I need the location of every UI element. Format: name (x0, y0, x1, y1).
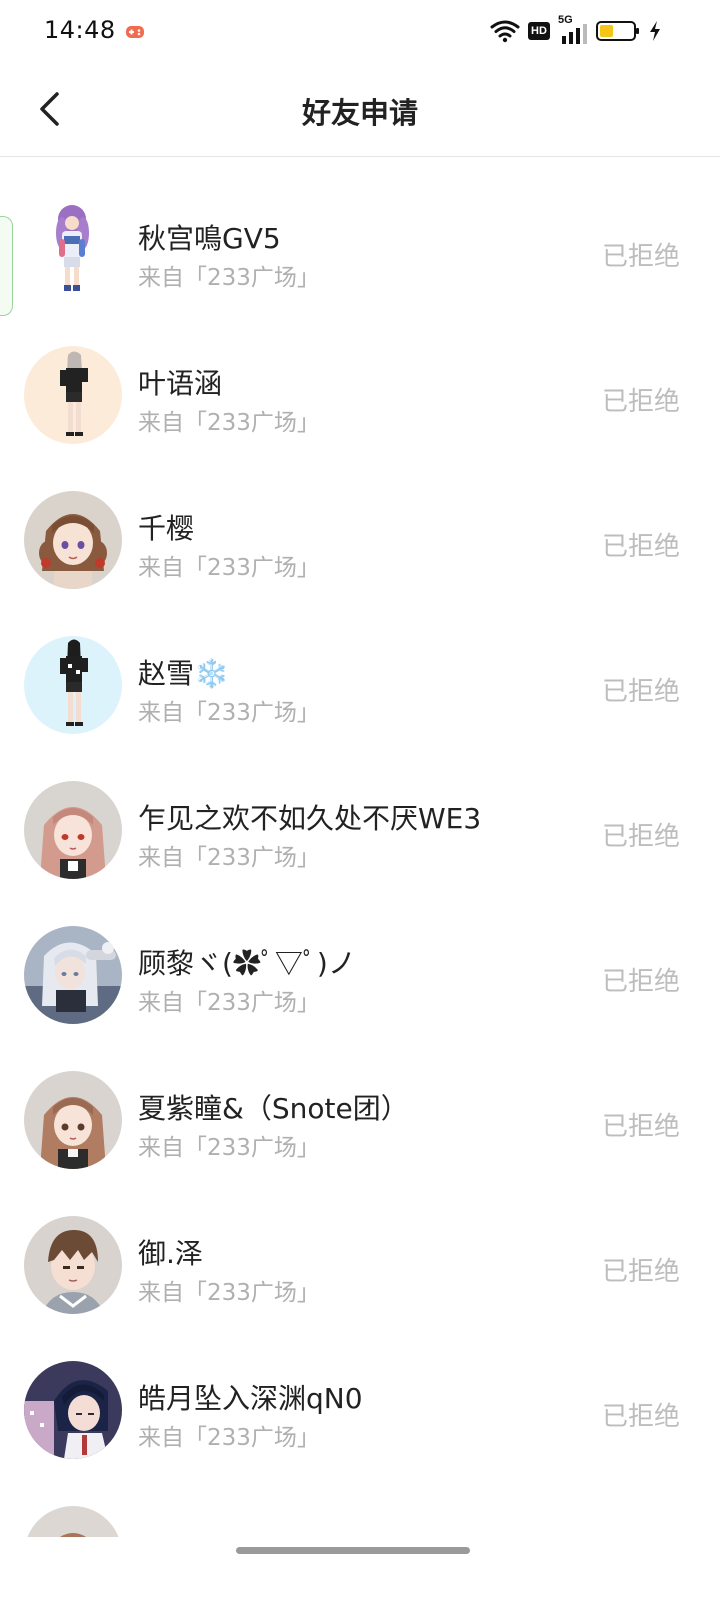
list-item[interactable]: 叶语涵 来自「233广场」 已拒绝 (0, 302, 720, 447)
avatar[interactable] (24, 1361, 122, 1459)
header: 好友申请 (0, 64, 720, 157)
home-indicator[interactable] (236, 1547, 470, 1554)
request-source: 来自「233广场」 (138, 1280, 320, 1306)
request-source: 来自「233广场」 (138, 265, 320, 291)
status-label: 已拒绝 (601, 967, 680, 997)
wifi-icon (490, 20, 520, 43)
game-controller-icon (126, 26, 144, 38)
avatar[interactable] (24, 926, 122, 1024)
charging-bolt-icon (650, 21, 660, 41)
snowflake-emoji: ❄️ (194, 657, 229, 690)
status-label: 已拒绝 (601, 532, 680, 562)
request-source: 来自「233广场」 (138, 1135, 320, 1161)
list-item[interactable]: 乍见之欢不如久处不厌WE3 来自「233广场」 已拒绝 (0, 737, 720, 882)
status-label: 已拒绝 (601, 1402, 680, 1432)
user-name: 千樱 (138, 512, 195, 545)
status-label: 已拒绝 (601, 822, 680, 852)
user-name: 秋宫鳴GV5 (138, 222, 281, 255)
avatar[interactable] (24, 781, 122, 879)
status-label: 已拒绝 (601, 1257, 680, 1287)
request-source: 来自「233广场」 (138, 555, 320, 581)
cellular-signal: 5G (558, 14, 588, 44)
user-name: 顾黎ヾ(✿ﾟ▽ﾟ)ノ (138, 947, 356, 980)
user-name: 叶语涵 (138, 367, 223, 400)
request-source: 来自「233广场」 (138, 700, 320, 726)
status-label: 已拒绝 (601, 677, 680, 707)
list-item[interactable]: 赵雪❄️ 来自「233广场」 已拒绝 (0, 592, 720, 737)
status-label: 已拒绝 (601, 1112, 680, 1142)
status-bar: 14:48 HD 5G (0, 0, 720, 64)
request-source: 来自「233广场」 (138, 845, 320, 871)
avatar[interactable] (24, 636, 122, 734)
avatar[interactable] (24, 1216, 122, 1314)
request-source: 来自「233广场」 (138, 410, 320, 436)
avatar[interactable] (24, 491, 122, 589)
status-label: 已拒绝 (601, 387, 680, 417)
hd-badge: HD (528, 22, 550, 40)
signal-bars-icon (562, 24, 587, 44)
avatar[interactable] (24, 201, 122, 299)
list-item[interactable]: 顾黎ヾ(✿ﾟ▽ﾟ)ノ 来自「233广场」 已拒绝 (0, 882, 720, 1027)
user-name: 御.泽 (138, 1237, 203, 1270)
request-source: 来自「233广场」 (138, 990, 320, 1016)
user-name: 皓月坠入深渊qN0 (138, 1382, 363, 1415)
user-name: 赵雪❄️ (138, 657, 229, 690)
list-item[interactable] (0, 1462, 720, 1537)
battery-icon (596, 21, 639, 41)
avatar[interactable] (24, 346, 122, 444)
page-title: 好友申请 (301, 96, 418, 130)
status-label: 已拒绝 (601, 242, 680, 272)
status-time: 14:48 (44, 16, 116, 44)
list-item[interactable]: 皓月坠入深渊qN0 来自「233广场」 已拒绝 (0, 1317, 720, 1462)
user-name: 乍见之欢不如久处不厌WE3 (138, 802, 482, 835)
friend-request-list: 秋宫鳴GV5 来自「233广场」 已拒绝 叶语涵 来自「233广场」 已拒绝 千… (0, 157, 720, 1537)
list-item[interactable]: 御.泽 来自「233广场」 已拒绝 (0, 1172, 720, 1317)
avatar[interactable] (24, 1071, 122, 1169)
avatar[interactable] (24, 1506, 122, 1537)
list-item[interactable]: 夏紫瞳&（Snote团） 来自「233广场」 已拒绝 (0, 1027, 720, 1172)
list-item[interactable]: 秋宫鳴GV5 来自「233广场」 已拒绝 (0, 157, 720, 302)
list-item[interactable]: 千樱 来自「233广场」 已拒绝 (0, 447, 720, 592)
request-source: 来自「233广场」 (138, 1425, 320, 1451)
user-name: 夏紫瞳&（Snote团） (138, 1092, 409, 1125)
